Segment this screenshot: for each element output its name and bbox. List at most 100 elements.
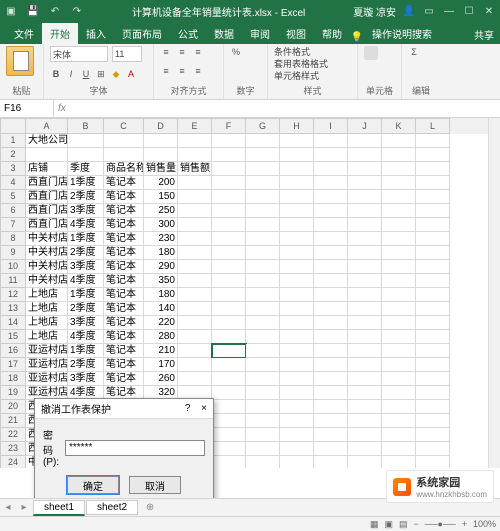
cell[interactable] xyxy=(246,372,280,386)
table-fmt-button[interactable]: 套用表格格式 xyxy=(274,58,351,70)
cond-fmt-button[interactable]: 条件格式 xyxy=(274,46,351,58)
cell[interactable] xyxy=(212,386,246,400)
cell[interactable] xyxy=(178,372,212,386)
cell[interactable]: 1季度 xyxy=(68,176,104,190)
cell[interactable]: 350 xyxy=(144,274,178,288)
cell[interactable]: 1季度 xyxy=(68,288,104,302)
cell[interactable] xyxy=(246,134,280,148)
cell[interactable] xyxy=(246,316,280,330)
cell[interactable] xyxy=(178,358,212,372)
cell[interactable] xyxy=(246,288,280,302)
select-all-corner[interactable] xyxy=(0,118,26,134)
cell[interactable] xyxy=(314,442,348,456)
redo-icon[interactable]: ↷ xyxy=(70,4,84,18)
align-center-icon[interactable]: ≡ xyxy=(176,65,188,77)
cell[interactable] xyxy=(280,414,314,428)
bold-button[interactable]: B xyxy=(50,68,62,80)
cell[interactable]: 210 xyxy=(144,344,178,358)
col-header[interactable]: D xyxy=(144,118,178,134)
cell[interactable]: 笔记本 xyxy=(104,302,144,316)
cell[interactable] xyxy=(314,330,348,344)
cell[interactable] xyxy=(348,302,382,316)
sheet-nav-prev[interactable]: ▸ xyxy=(16,502,32,513)
cell[interactable] xyxy=(212,428,246,442)
cell[interactable]: 笔记本 xyxy=(104,232,144,246)
cell[interactable] xyxy=(178,218,212,232)
cell[interactable] xyxy=(178,302,212,316)
row-header[interactable]: 7 xyxy=(0,218,26,232)
cell[interactable] xyxy=(382,414,416,428)
cell[interactable] xyxy=(68,148,104,162)
tab-review[interactable]: 审阅 xyxy=(242,23,278,44)
cell[interactable] xyxy=(314,456,348,468)
tab-layout[interactable]: 页面布局 xyxy=(114,23,170,44)
cell[interactable] xyxy=(416,316,450,330)
cell[interactable] xyxy=(314,344,348,358)
cell[interactable] xyxy=(314,134,348,148)
cell[interactable]: 销售额 xyxy=(178,162,212,176)
col-header[interactable]: C xyxy=(104,118,144,134)
cell[interactable] xyxy=(178,204,212,218)
zoom-level[interactable]: 100% xyxy=(473,519,496,529)
cell[interactable] xyxy=(382,316,416,330)
cell[interactable]: 300 xyxy=(144,218,178,232)
cell[interactable]: 亚运村店 xyxy=(26,344,68,358)
cell[interactable] xyxy=(314,414,348,428)
cell[interactable]: 140 xyxy=(144,302,178,316)
cell[interactable]: 2季度 xyxy=(68,302,104,316)
cell[interactable] xyxy=(348,162,382,176)
cell[interactable] xyxy=(416,190,450,204)
cell[interactable] xyxy=(178,288,212,302)
row-header[interactable]: 24 xyxy=(0,456,26,468)
save-icon[interactable]: 💾 xyxy=(26,4,40,18)
cell[interactable] xyxy=(382,302,416,316)
tab-data[interactable]: 数据 xyxy=(206,23,242,44)
cell[interactable] xyxy=(382,176,416,190)
cell[interactable]: 上地店 xyxy=(26,330,68,344)
cell[interactable] xyxy=(246,204,280,218)
cell[interactable] xyxy=(280,176,314,190)
cell[interactable]: 150 xyxy=(144,190,178,204)
cell[interactable] xyxy=(212,232,246,246)
undo-icon[interactable]: ↶ xyxy=(48,4,62,18)
cell[interactable] xyxy=(348,428,382,442)
cell[interactable] xyxy=(416,358,450,372)
cell[interactable]: 笔记本 xyxy=(104,246,144,260)
cell[interactable] xyxy=(178,232,212,246)
cell[interactable] xyxy=(212,176,246,190)
font-name-select[interactable]: 宋体 xyxy=(50,46,108,62)
cell[interactable] xyxy=(382,428,416,442)
cell[interactable]: 4季度 xyxy=(68,218,104,232)
row-header[interactable]: 9 xyxy=(0,246,26,260)
cell[interactable] xyxy=(416,330,450,344)
row-header[interactable]: 19 xyxy=(0,386,26,400)
cell[interactable] xyxy=(348,274,382,288)
cell[interactable] xyxy=(280,260,314,274)
cell[interactable] xyxy=(348,246,382,260)
zoom-slider[interactable]: ──●── xyxy=(425,519,456,529)
zoom-in-icon[interactable]: + xyxy=(462,519,467,529)
cell[interactable] xyxy=(416,442,450,456)
sheet-nav-first[interactable]: ◂ xyxy=(0,502,16,513)
cell[interactable]: 170 xyxy=(144,358,178,372)
italic-button[interactable]: I xyxy=(65,68,77,80)
cell[interactable]: 2季度 xyxy=(68,246,104,260)
cell[interactable] xyxy=(104,134,144,148)
cell[interactable] xyxy=(382,288,416,302)
cell[interactable] xyxy=(212,330,246,344)
cell[interactable] xyxy=(416,134,450,148)
close-icon[interactable]: ✕ xyxy=(482,4,496,18)
zoom-out-icon[interactable]: − xyxy=(413,519,418,529)
tab-insert[interactable]: 插入 xyxy=(78,23,114,44)
cell[interactable]: 销售量 xyxy=(144,162,178,176)
col-header[interactable]: E xyxy=(178,118,212,134)
cell[interactable]: 商品名称 xyxy=(104,162,144,176)
cell[interactable] xyxy=(212,358,246,372)
row-header[interactable]: 22 xyxy=(0,428,26,442)
cell[interactable] xyxy=(314,358,348,372)
name-box[interactable]: F16 xyxy=(0,100,54,117)
cell[interactable] xyxy=(382,190,416,204)
cell[interactable] xyxy=(246,428,280,442)
cell[interactable] xyxy=(212,162,246,176)
cell[interactable] xyxy=(348,372,382,386)
